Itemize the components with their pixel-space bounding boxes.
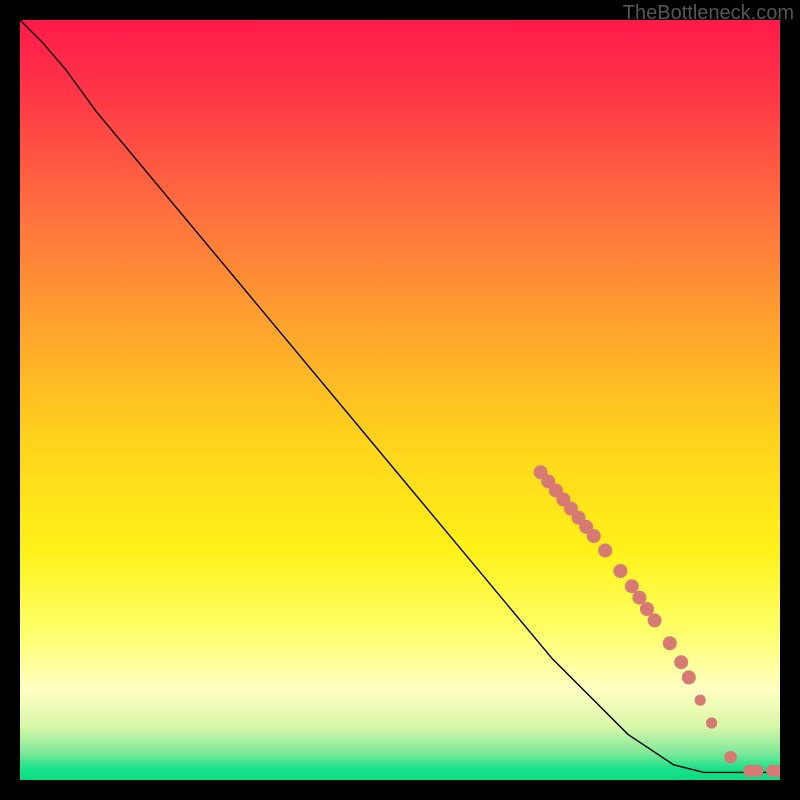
data-marker [695,695,706,706]
data-marker [674,655,688,669]
data-marker [632,591,646,605]
data-marker [598,543,612,557]
data-marker [648,613,662,627]
data-marker [682,670,696,684]
data-marker [613,564,627,578]
chart-background [20,20,780,780]
chart-svg [20,20,780,780]
chart-container: TheBottleneck.com [0,0,800,800]
data-marker [706,717,717,728]
watermark-text: TheBottleneck.com [623,2,794,25]
data-marker [751,765,764,778]
data-marker [625,579,639,593]
data-marker [587,529,601,543]
data-marker [640,602,654,616]
data-marker [724,751,737,764]
data-marker [663,636,677,650]
